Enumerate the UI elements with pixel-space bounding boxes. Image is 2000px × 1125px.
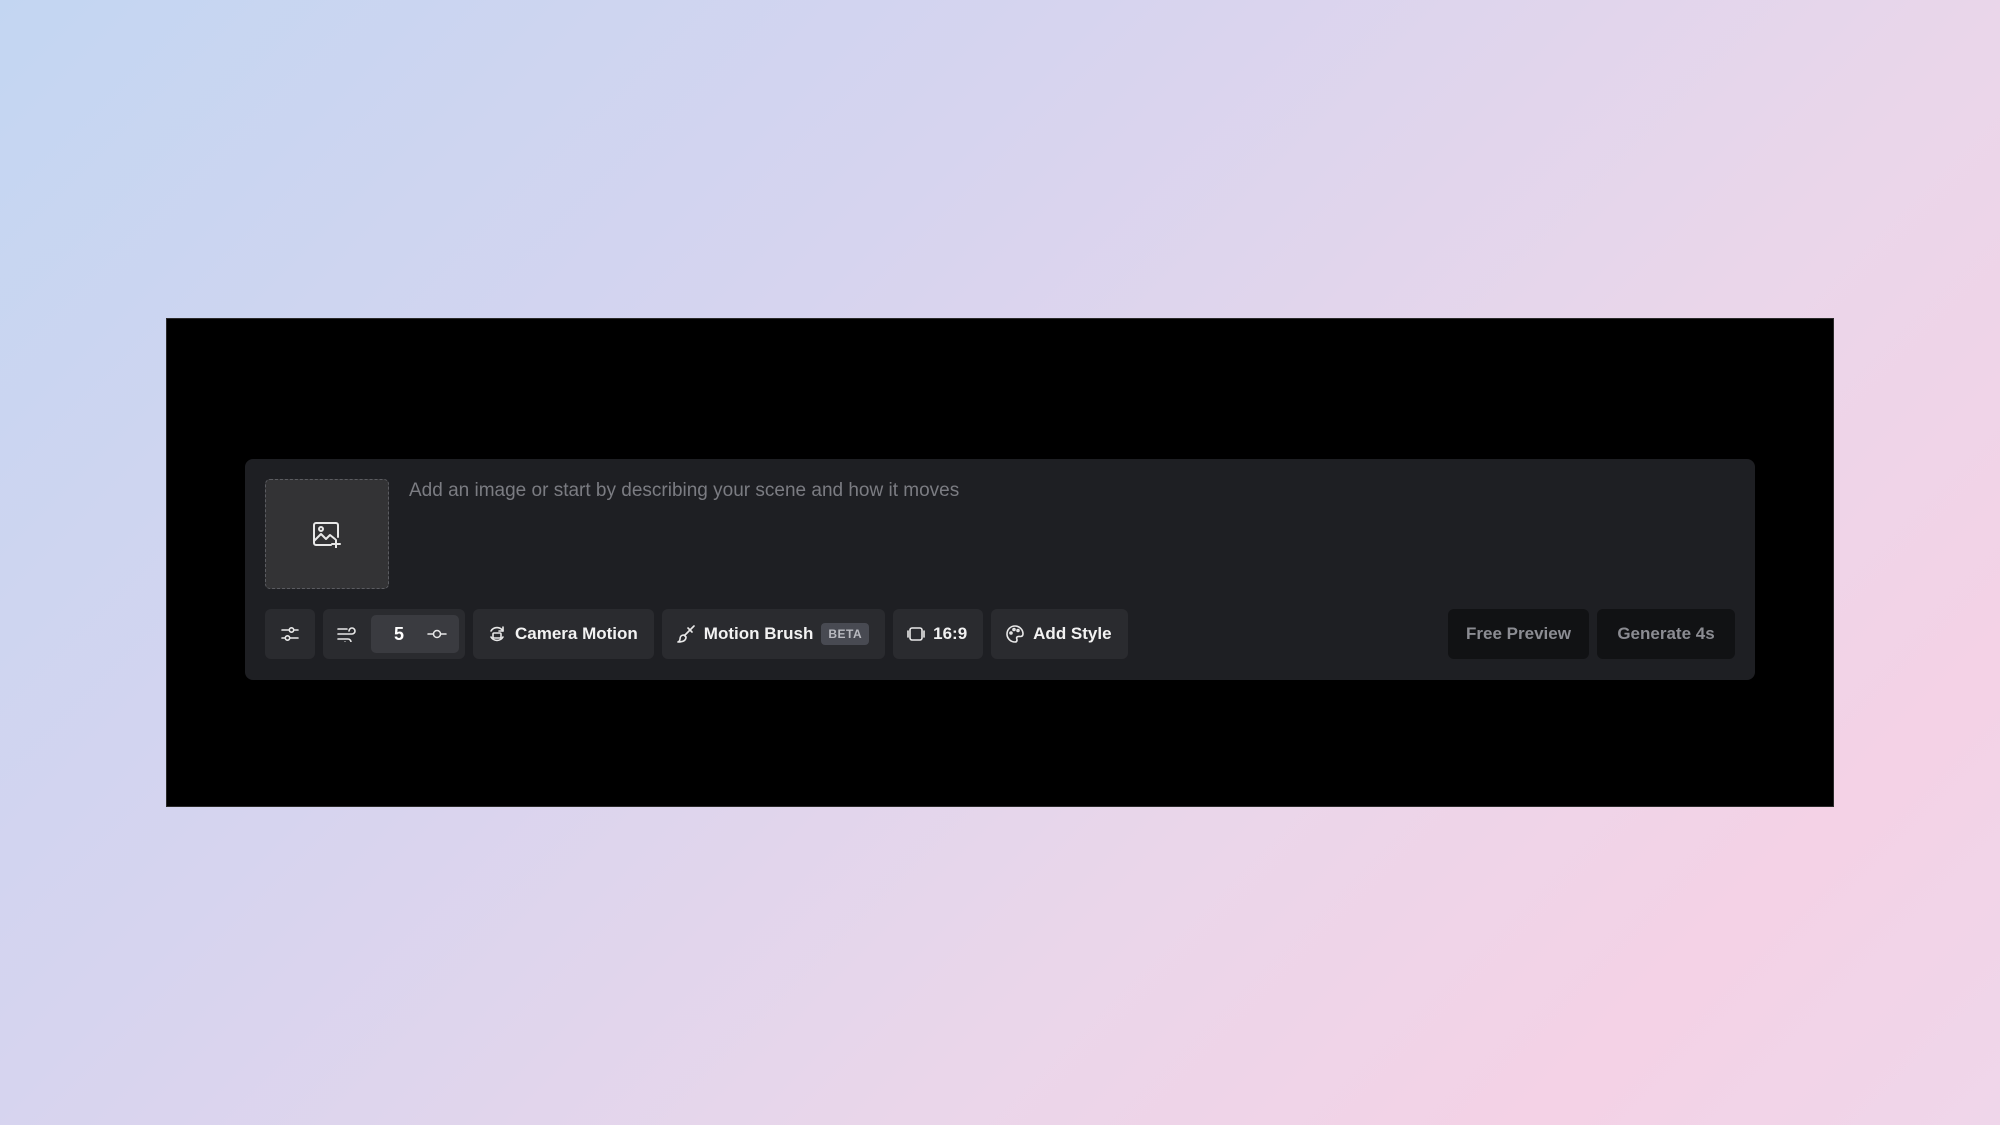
app-window: 5 Camera Motion [166, 318, 1834, 807]
motion-brush-button[interactable]: Motion Brush BETA [661, 609, 886, 659]
camera-motion-button[interactable]: Camera Motion [473, 609, 654, 659]
motion-amount-control[interactable]: 5 [323, 609, 465, 659]
add-style-label: Add Style [1033, 624, 1112, 643]
camera-motion-icon [487, 624, 507, 644]
camera-motion-label: Camera Motion [515, 624, 638, 643]
sliders-icon [281, 626, 299, 642]
add-image-button[interactable] [265, 479, 389, 589]
palette-icon [1005, 624, 1025, 644]
motion-lines-icon [337, 626, 357, 642]
toolbar: 5 Camera Motion Motion Brush BETA 16:9 A… [265, 609, 1735, 659]
motion-value[interactable]: 5 [371, 624, 427, 645]
aspect-ratio-button[interactable]: 16:9 [893, 609, 984, 659]
add-style-button[interactable]: Add Style [991, 609, 1128, 659]
aspect-ratio-label: 16:9 [933, 624, 968, 643]
prompt-input[interactable] [409, 477, 1729, 577]
beta-badge: BETA [821, 623, 870, 645]
free-preview-button[interactable]: Free Preview [1448, 609, 1589, 659]
prompt-panel: 5 Camera Motion [245, 459, 1755, 680]
settings-button[interactable] [265, 609, 315, 659]
generate-button[interactable]: Generate 4s [1597, 609, 1735, 659]
motion-value-box[interactable]: 5 [371, 615, 459, 653]
motion-brush-label: Motion Brush [703, 624, 814, 643]
image-add-icon [313, 522, 341, 548]
slider-handle-icon[interactable] [427, 628, 447, 640]
brush-icon [676, 624, 696, 644]
aspect-ratio-icon [907, 625, 925, 643]
